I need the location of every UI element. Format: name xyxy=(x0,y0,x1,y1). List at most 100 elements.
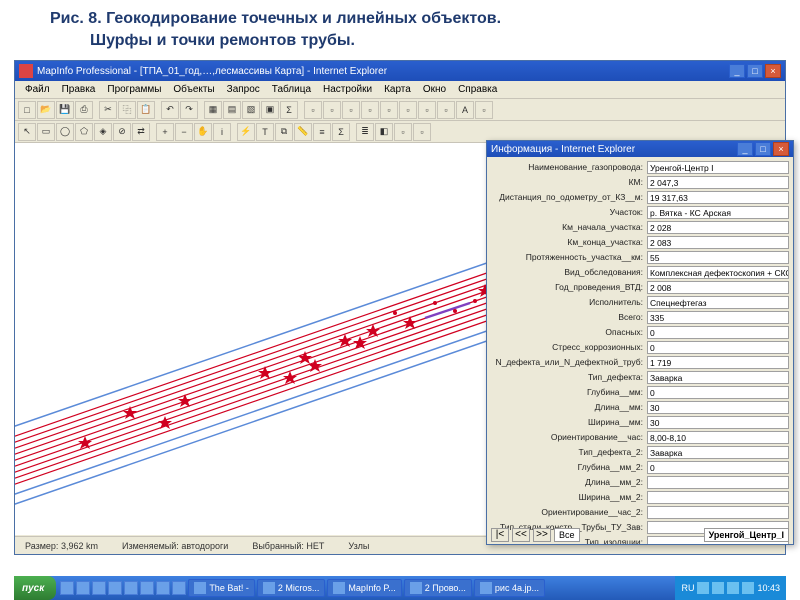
label-icon[interactable]: T xyxy=(256,123,274,141)
info-value[interactable]: Комплексная дефектоскопия + СКС xyxy=(647,266,789,279)
grabber-icon[interactable]: ✋ xyxy=(194,123,212,141)
task-item[interactable]: MapInfo P... xyxy=(327,579,401,597)
tool-i-icon[interactable]: ▫ xyxy=(475,101,493,119)
tray-icon[interactable] xyxy=(697,582,709,594)
layout-icon[interactable]: ▣ xyxy=(261,101,279,119)
tool-d-icon[interactable]: ▫ xyxy=(361,101,379,119)
menu-window[interactable]: Окно xyxy=(417,82,452,97)
menu-map[interactable]: Карта xyxy=(378,82,417,97)
menu-objects[interactable]: Объекты xyxy=(167,82,220,97)
info-value[interactable]: 0 xyxy=(647,326,789,339)
paste-icon[interactable]: 📋 xyxy=(137,101,155,119)
tool-a-icon[interactable]: ▫ xyxy=(304,101,322,119)
quicklaunch-icon[interactable] xyxy=(140,581,154,595)
print-icon[interactable]: ⎙ xyxy=(75,101,93,119)
graph-icon[interactable]: ▧ xyxy=(242,101,260,119)
menu-query[interactable]: Запрос xyxy=(221,82,266,97)
cut-icon[interactable]: ✂ xyxy=(99,101,117,119)
task-item[interactable]: рис 4а.jp... xyxy=(474,579,545,597)
info-tool-icon[interactable]: i xyxy=(213,123,231,141)
info-value[interactable]: Заварка xyxy=(647,446,789,459)
radius-select-icon[interactable]: ◯ xyxy=(56,123,74,141)
new-icon[interactable]: □ xyxy=(18,101,36,119)
tool-e-icon[interactable]: ▫ xyxy=(380,101,398,119)
quicklaunch-icon[interactable] xyxy=(156,581,170,595)
info-maximize-button[interactable]: □ xyxy=(755,142,771,156)
menu-programs[interactable]: Программы xyxy=(101,82,167,97)
tray-icon[interactable] xyxy=(712,582,724,594)
tool-j-icon[interactable]: ▫ xyxy=(394,123,412,141)
nav-next-button[interactable]: >> xyxy=(533,528,551,542)
quicklaunch-icon[interactable] xyxy=(60,581,74,595)
boundary-select-icon[interactable]: ◈ xyxy=(94,123,112,141)
info-value[interactable]: 8,00-8,10 xyxy=(647,431,789,444)
layer-select[interactable]: Уренгой_Центр_I xyxy=(704,528,789,542)
info-close-button[interactable]: × xyxy=(773,142,789,156)
zoom-out-icon[interactable]: − xyxy=(175,123,193,141)
menu-file[interactable]: Файл xyxy=(19,82,56,97)
nav-all-select[interactable]: Все xyxy=(554,528,580,542)
task-item[interactable]: 2 Micros... xyxy=(257,579,326,597)
info-value[interactable]: 1 719 xyxy=(647,356,789,369)
menu-table[interactable]: Таблица xyxy=(266,82,317,97)
info-value[interactable]: 335 xyxy=(647,311,789,324)
invert-icon[interactable]: ⇄ xyxy=(132,123,150,141)
ruler-icon[interactable]: 📏 xyxy=(294,123,312,141)
info-value[interactable]: Спецнефтегаз xyxy=(647,296,789,309)
zoom-in-icon[interactable]: + xyxy=(156,123,174,141)
drag-window-icon[interactable]: ⧉ xyxy=(275,123,293,141)
stats-icon[interactable]: Σ xyxy=(332,123,350,141)
polygon-select-icon[interactable]: ⬠ xyxy=(75,123,93,141)
info-value[interactable]: 0 xyxy=(647,386,789,399)
map-window-icon[interactable]: ▦ xyxy=(204,101,222,119)
redo-icon[interactable]: ↷ xyxy=(180,101,198,119)
clock[interactable]: 10:43 xyxy=(757,583,780,593)
task-item[interactable]: The Bat! - xyxy=(188,579,255,597)
nav-first-button[interactable]: |< xyxy=(491,528,509,542)
tool-f-icon[interactable]: ▫ xyxy=(399,101,417,119)
tray-icon[interactable] xyxy=(742,582,754,594)
close-button[interactable]: × xyxy=(765,64,781,78)
text-icon[interactable]: A xyxy=(456,101,474,119)
layer-control-icon[interactable]: ≣ xyxy=(356,123,374,141)
info-value[interactable]: 55 xyxy=(647,251,789,264)
quicklaunch-icon[interactable] xyxy=(76,581,90,595)
info-value[interactable] xyxy=(647,506,789,519)
tool-c-icon[interactable]: ▫ xyxy=(342,101,360,119)
task-item[interactable]: 2 Прово... xyxy=(404,579,472,597)
save-icon[interactable]: 💾 xyxy=(56,101,74,119)
info-minimize-button[interactable]: _ xyxy=(737,142,753,156)
tool-h-icon[interactable]: ▫ xyxy=(437,101,455,119)
info-value[interactable]: 0 xyxy=(647,341,789,354)
info-value[interactable]: Уренгой-Центр I xyxy=(647,161,789,174)
info-value[interactable]: 2 047,3 xyxy=(647,176,789,189)
info-value[interactable]: р. Вятка - КС Арская xyxy=(647,206,789,219)
copy-icon[interactable]: ⿻ xyxy=(118,101,136,119)
info-value[interactable] xyxy=(647,476,789,489)
clip-icon[interactable]: ◧ xyxy=(375,123,393,141)
quicklaunch-icon[interactable] xyxy=(124,581,138,595)
tool-b-icon[interactable]: ▫ xyxy=(323,101,341,119)
hotlink-icon[interactable]: ⚡ xyxy=(237,123,255,141)
tray-icon[interactable] xyxy=(727,582,739,594)
menu-help[interactable]: Справка xyxy=(452,82,503,97)
info-value[interactable]: 2 083 xyxy=(647,236,789,249)
open-icon[interactable]: 📂 xyxy=(37,101,55,119)
info-value[interactable]: 30 xyxy=(647,401,789,414)
info-value[interactable]: 0 xyxy=(647,461,789,474)
nav-prev-button[interactable]: << xyxy=(512,528,530,542)
start-button[interactable]: пуск xyxy=(14,576,56,600)
undo-icon[interactable]: ↶ xyxy=(161,101,179,119)
menu-settings[interactable]: Настройки xyxy=(317,82,378,97)
unselect-icon[interactable]: ⊘ xyxy=(113,123,131,141)
info-value[interactable] xyxy=(647,491,789,504)
tool-g-icon[interactable]: ▫ xyxy=(418,101,436,119)
minimize-button[interactable]: _ xyxy=(729,64,745,78)
select-tool-icon[interactable]: ↖ xyxy=(18,123,36,141)
info-value[interactable]: 2 008 xyxy=(647,281,789,294)
info-value[interactable]: Заварка xyxy=(647,371,789,384)
lang-indicator[interactable]: RU xyxy=(681,583,694,593)
info-value[interactable]: 30 xyxy=(647,416,789,429)
quicklaunch-icon[interactable] xyxy=(108,581,122,595)
browser-icon[interactable]: ▤ xyxy=(223,101,241,119)
